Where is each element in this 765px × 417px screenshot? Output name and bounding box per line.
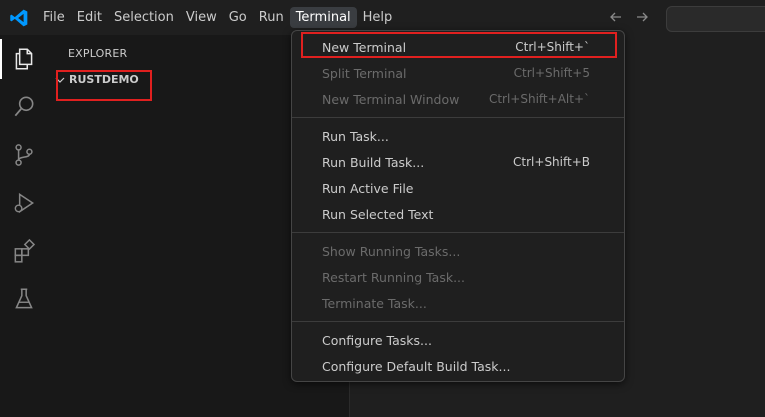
menu-item-label: Terminate Task... (322, 295, 427, 311)
menu-item-label: Split Terminal (322, 65, 407, 81)
flask-icon (15, 288, 33, 309)
command-center-search[interactable] (666, 6, 765, 32)
run-debug-icon (14, 192, 35, 214)
menu-item-label: Configure Tasks... (322, 332, 432, 348)
menu-item-shortcut: Ctrl+Shift+5 (513, 66, 590, 80)
menu-item-split-terminal[interactable]: Split Terminal Ctrl+Shift+5 (296, 60, 620, 86)
menu-item-label: New Terminal Window (322, 91, 460, 107)
source-control-activity[interactable] (0, 131, 48, 179)
menu-item-configure-tasks[interactable]: Configure Tasks... (296, 327, 620, 353)
extensions-icon (14, 238, 36, 263)
vscode-logo-icon (10, 9, 28, 27)
menu-item-label: Run Selected Text (322, 206, 434, 222)
menu-item-label: Restart Running Task... (322, 269, 465, 285)
menu-item-terminate-task[interactable]: Terminate Task... (296, 290, 620, 316)
search-activity[interactable] (0, 83, 48, 131)
menu-item-new-terminal-window[interactable]: New Terminal Window Ctrl+Shift+Alt+` (296, 86, 620, 112)
menu-terminal[interactable]: Terminal (289, 7, 357, 28)
menu-item-label: Run Active File (322, 180, 414, 196)
folder-highlight-box (56, 70, 152, 101)
menu-item-run-selected-text[interactable]: Run Selected Text (296, 201, 620, 227)
menu-item-restart-running-task[interactable]: Restart Running Task... (296, 264, 620, 290)
menu-separator (292, 321, 624, 322)
activity-bar (0, 35, 48, 417)
files-icon (15, 48, 33, 70)
menu-item-shortcut: Ctrl+Shift+B (513, 155, 590, 169)
menu-item-show-running-tasks[interactable]: Show Running Tasks... (296, 238, 620, 264)
forward-arrow-icon[interactable] (634, 9, 650, 25)
sidebar-title: EXPLORER (68, 47, 128, 60)
menu-item-label: Show Running Tasks... (322, 243, 461, 259)
menu-item-label: Run Build Task... (322, 154, 425, 170)
extensions-activity[interactable] (0, 227, 48, 275)
menu-item-shortcut: Ctrl+Shift+Alt+` (488, 92, 590, 106)
source-control-icon (15, 144, 33, 166)
menu-separator (292, 232, 624, 233)
menu-selection[interactable]: Selection (108, 7, 180, 28)
testing-activity[interactable] (0, 275, 48, 323)
search-icon (14, 96, 34, 117)
menu-item-configure-default-build-task[interactable]: Configure Default Build Task... (296, 353, 620, 379)
menu-item-run-task[interactable]: Run Task... (296, 123, 620, 149)
menu-edit[interactable]: Edit (71, 7, 108, 28)
menu-separator (292, 117, 624, 118)
menu-item-label: Run Task... (322, 128, 389, 144)
menu-view[interactable]: View (180, 7, 223, 28)
menu-item-label: Configure Default Build Task... (322, 358, 511, 374)
run-debug-activity[interactable] (0, 179, 48, 227)
menu-item-run-build-task[interactable]: Run Build Task... Ctrl+Shift+B (296, 149, 620, 175)
menu-go[interactable]: Go (223, 7, 253, 28)
terminal-menu-dropdown: New Terminal Ctrl+Shift+` Split Terminal… (291, 30, 625, 382)
menu-item-run-active-file[interactable]: Run Active File (296, 175, 620, 201)
menu-run[interactable]: Run (253, 7, 290, 28)
explorer-activity[interactable] (0, 35, 48, 83)
menu-file[interactable]: File (37, 7, 71, 28)
back-arrow-icon[interactable] (608, 9, 624, 25)
new-terminal-highlight-box (301, 32, 617, 58)
menu-help[interactable]: Help (357, 7, 399, 28)
navigation-arrows (608, 9, 650, 25)
